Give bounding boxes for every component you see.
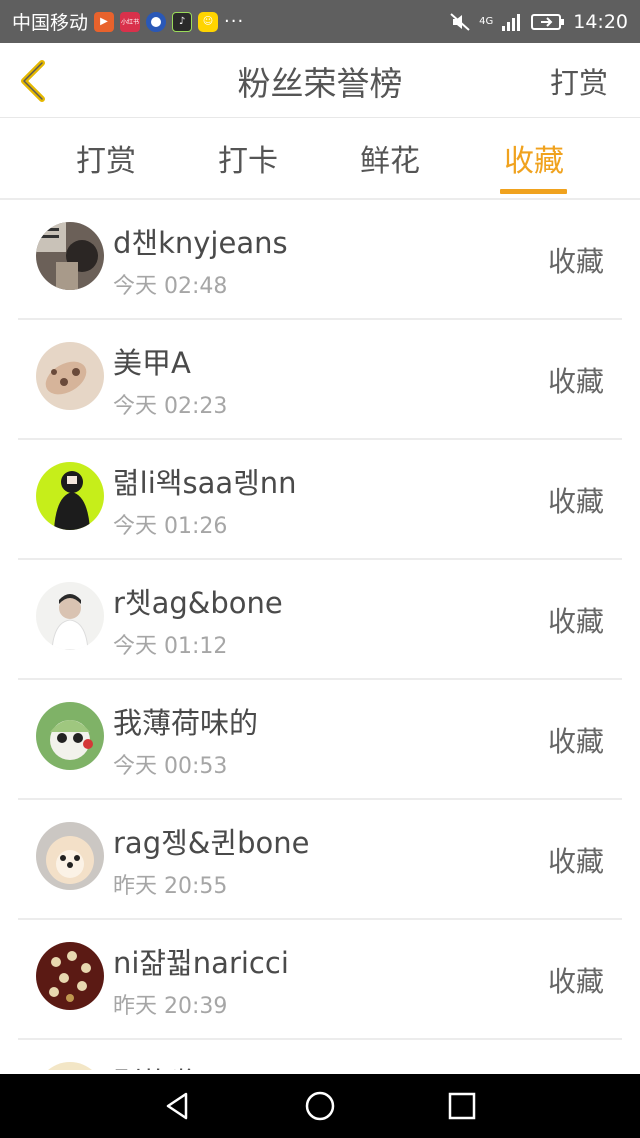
nav-home-button[interactable]: [302, 1088, 338, 1124]
action-label: 收藏: [547, 485, 604, 518]
fan-name: rag젱&퀸bone: [113, 826, 310, 860]
reward-button[interactable]: 打赏: [550, 43, 608, 118]
avatar: [36, 702, 104, 770]
fan-time: 昨天 20:55: [113, 874, 228, 899]
back-triangle-icon: [166, 1092, 188, 1120]
list-item[interactable]: ni쟒꿟naricci 昨天 20:39 收藏: [0, 920, 640, 1040]
tab-reward[interactable]: 打赏: [56, 118, 156, 198]
list-item[interactable]: 美甲A 今天 02:23 收藏: [0, 320, 640, 440]
clock: 14:20: [573, 10, 628, 33]
fan-list: d챈knyjeans 今天 02:48 收藏 美甲A 今天 02:23 收藏 렮…: [0, 200, 640, 1070]
music-app-icon: ♪: [172, 11, 193, 32]
carrier-label: 中国移动: [12, 12, 89, 34]
avatar: [36, 582, 104, 650]
list-item[interactable]: 别炸酱面: [0, 1040, 640, 1070]
fan-time: 今天 02:48: [113, 274, 228, 299]
avatar: [36, 942, 104, 1010]
list-item[interactable]: d챈knyjeans 今天 02:48 收藏: [0, 200, 640, 320]
signal-icon: [502, 13, 521, 31]
action-label: 收藏: [547, 245, 604, 278]
avatar: [36, 1062, 104, 1070]
back-button[interactable]: [14, 57, 54, 105]
action-label: 收藏: [547, 365, 604, 398]
action-label: 收藏: [547, 725, 604, 758]
fan-name: r쳇ag&bone: [113, 586, 283, 620]
fan-name: 美甲A: [113, 346, 191, 380]
avatar: [36, 222, 104, 290]
tab-flowers[interactable]: 鲜花: [340, 118, 440, 198]
home-circle-icon: [305, 1091, 335, 1121]
tab-bar: 打赏 打卡 鲜花 收藏: [0, 118, 640, 200]
avatar: [36, 462, 104, 530]
fan-name: ni쟒꿟naricci: [113, 946, 289, 980]
action-label: 收藏: [547, 605, 604, 638]
list-item[interactable]: 렮li왝saa렝nn 今天 01:26 收藏: [0, 440, 640, 560]
header: 粉丝荣誉榜 打赏: [0, 43, 640, 118]
recents-square-icon: [448, 1092, 476, 1120]
list-item[interactable]: rag젱&퀸bone 昨天 20:55 收藏: [0, 800, 640, 920]
status-left: 中国移动 ▶ 小红书 ♪ ☺ ···: [12, 8, 244, 35]
video-app-icon: ▶: [94, 11, 115, 32]
circle-app-icon: [146, 11, 167, 32]
list-item[interactable]: r쳇ag&bone 今天 01:12 收藏: [0, 560, 640, 680]
list-item[interactable]: 我薄荷味的 今天 00:53 收藏: [0, 680, 640, 800]
fan-time: 昨天 20:39: [113, 994, 228, 1019]
tab-favorites[interactable]: 收藏: [484, 118, 584, 198]
face-app-icon: ☺: [198, 11, 219, 32]
active-tab-indicator: [500, 189, 567, 194]
chevron-left-icon: [21, 60, 45, 102]
tab-checkin[interactable]: 打卡: [198, 118, 298, 198]
fan-time: 今天 02:23: [113, 394, 228, 419]
fan-name: 别炸酱面: [113, 1060, 229, 1070]
mute-icon: [450, 12, 470, 31]
battery-icon: [531, 13, 565, 30]
status-bar: 中国移动 ▶ 小红书 ♪ ☺ ··· 4G 14:20: [0, 0, 640, 43]
fan-name: 렮li왝saa렝nn: [113, 466, 297, 500]
fan-time: 今天 01:12: [113, 634, 228, 659]
action-label: 收藏: [547, 845, 604, 878]
nav-recents-button[interactable]: [444, 1088, 480, 1124]
system-nav-bar: [0, 1074, 640, 1138]
more-notifications-icon: ···: [224, 11, 245, 32]
fan-time: 今天 00:53: [113, 754, 228, 779]
avatar: [36, 822, 104, 890]
avatar: [36, 342, 104, 410]
status-right: 4G 14:20: [449, 11, 628, 33]
fan-name: d챈knyjeans: [113, 226, 288, 260]
fan-name: 我薄荷味的: [113, 706, 259, 740]
network-label: 4G: [479, 15, 494, 27]
nav-back-button[interactable]: [160, 1088, 196, 1124]
action-label: 收藏: [547, 965, 604, 998]
xiaohongshu-app-icon: 小红书: [120, 11, 141, 32]
page-title: 粉丝荣誉榜: [237, 63, 403, 103]
fan-time: 今天 01:26: [113, 514, 228, 539]
